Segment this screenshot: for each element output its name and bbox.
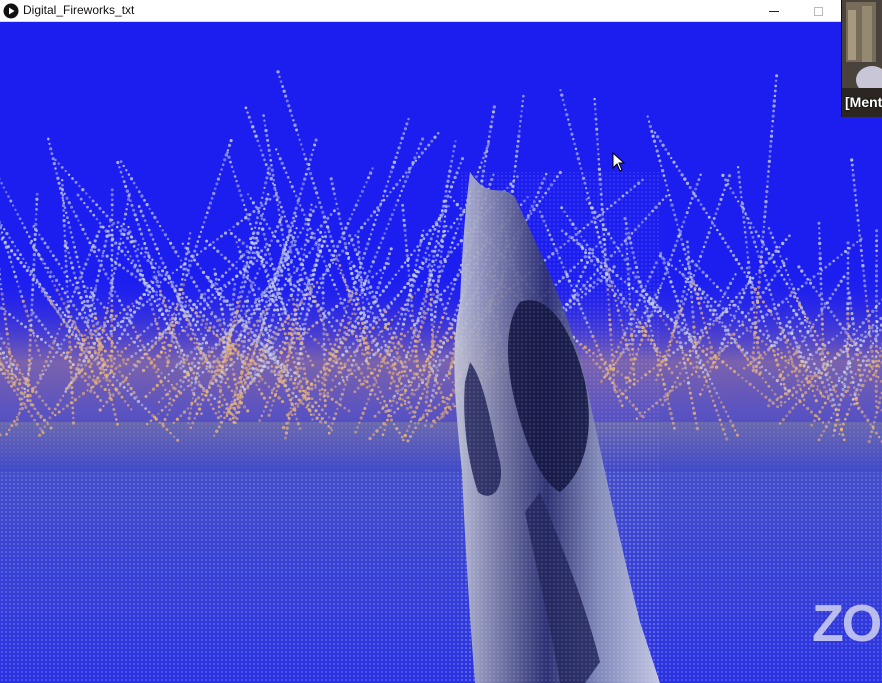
app-window: Digital_Fireworks_txt [Ment ZO	[0, 0, 882, 683]
central-figure	[454, 172, 660, 683]
zoom-watermark: ZO	[812, 595, 882, 653]
maximize-button[interactable]	[796, 0, 840, 22]
window-title: Digital_Fireworks_txt	[23, 3, 135, 17]
title-bar[interactable]: Digital_Fireworks_txt	[0, 0, 882, 22]
minimize-button[interactable]	[752, 0, 796, 22]
minimize-icon	[769, 10, 779, 12]
participant-name-label: [Ment	[845, 94, 882, 110]
mouse-cursor-icon	[612, 152, 626, 172]
participant-video-thumbnail[interactable]: [Ment	[841, 0, 882, 117]
play-circle-icon	[3, 3, 19, 19]
fireworks-canvas[interactable]	[0, 22, 882, 683]
maximize-icon	[813, 6, 823, 16]
